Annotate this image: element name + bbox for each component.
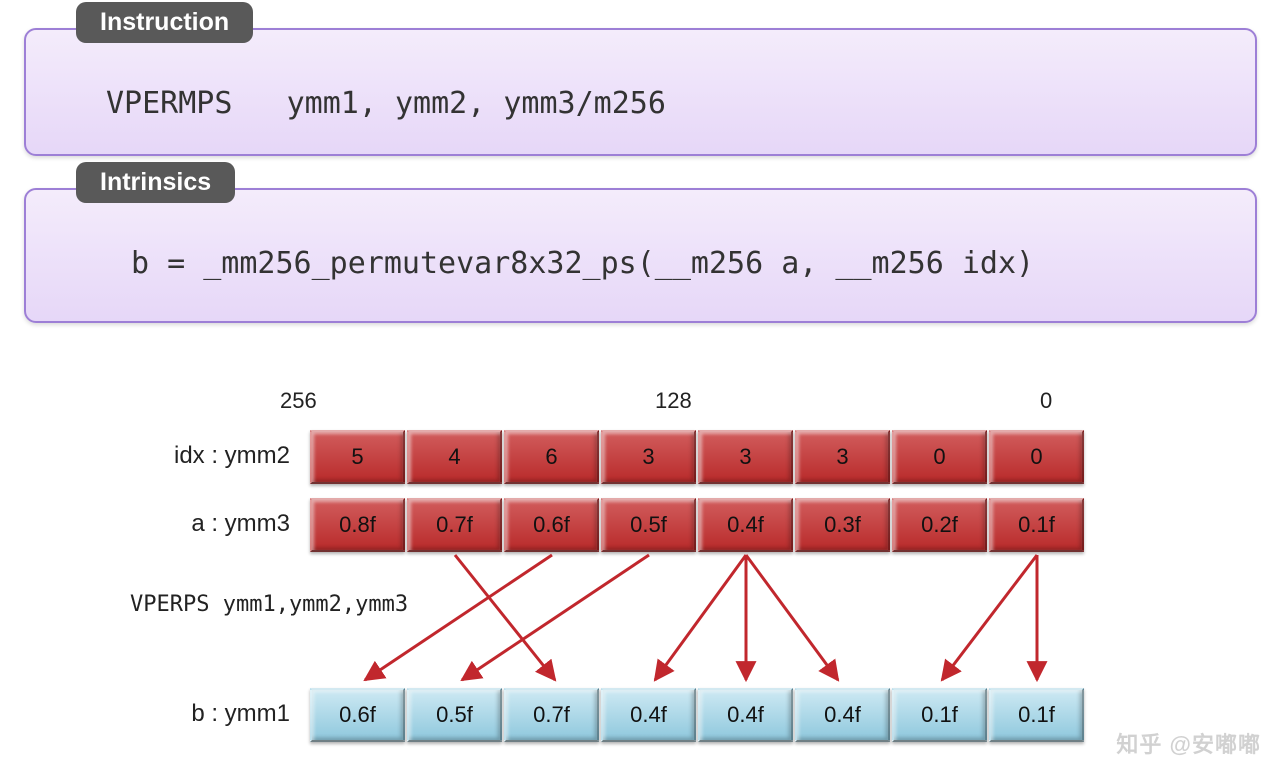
row-label-idx: idx : ymm2 (120, 442, 290, 470)
permute-diagram: 256 128 0 idx : ymm2 5 4 6 3 3 3 0 0 a :… (0, 380, 1281, 775)
idx-cell: 3 (698, 430, 793, 484)
idx-cell: 5 (310, 430, 405, 484)
instruction-box: Instruction VPERMPS ymm1, ymm2, ymm3/m25… (24, 28, 1257, 156)
a-cell: 0.7f (407, 498, 502, 552)
watermark-brand: 知乎 (1116, 732, 1162, 757)
a-cell: 0.4f (698, 498, 793, 552)
b-cell: 0.4f (601, 688, 696, 742)
a-cell: 0.1f (989, 498, 1084, 552)
idx-cell: 0 (892, 430, 987, 484)
row-label-b: b : ymm1 (120, 700, 290, 728)
bit-label-128: 128 (655, 388, 692, 414)
bit-label-256: 256 (280, 388, 317, 414)
row-label-a: a : ymm3 (120, 510, 290, 538)
a-cell: 0.8f (310, 498, 405, 552)
row-cells-a: 0.8f 0.7f 0.6f 0.5f 0.4f 0.3f 0.2f 0.1f (310, 498, 1084, 552)
instruction-tab: Instruction (76, 2, 253, 43)
idx-cell: 6 (504, 430, 599, 484)
instruction-code: VPERMPS ymm1, ymm2, ymm3/m256 (106, 86, 666, 121)
b-cell: 0.7f (504, 688, 599, 742)
a-cell: 0.3f (795, 498, 890, 552)
b-cell: 0.5f (407, 688, 502, 742)
idx-cell: 0 (989, 430, 1084, 484)
row-cells-idx: 5 4 6 3 3 3 0 0 (310, 430, 1084, 484)
a-cell: 0.6f (504, 498, 599, 552)
idx-cell: 3 (795, 430, 890, 484)
a-cell: 0.5f (601, 498, 696, 552)
idx-cell: 3 (601, 430, 696, 484)
b-cell: 0.1f (892, 688, 987, 742)
b-cell: 0.6f (310, 688, 405, 742)
watermark-author: @安嘟嘟 (1170, 732, 1261, 757)
intrinsics-tab: Intrinsics (76, 162, 235, 203)
intrinsics-code: b = _mm256_permutevar8x32_ps(__m256 a, _… (131, 246, 1034, 281)
b-cell: 0.1f (989, 688, 1084, 742)
a-cell: 0.2f (892, 498, 987, 552)
bit-label-0: 0 (1040, 388, 1052, 414)
watermark: 知乎 @安嘟嘟 (1116, 727, 1261, 759)
b-cell: 0.4f (698, 688, 793, 742)
row-cells-b: 0.6f 0.5f 0.7f 0.4f 0.4f 0.4f 0.1f 0.1f (310, 688, 1084, 742)
operation-label: VPERPS ymm1,ymm2,ymm3 (130, 592, 408, 617)
intrinsics-box: Intrinsics b = _mm256_permutevar8x32_ps(… (24, 188, 1257, 323)
b-cell: 0.4f (795, 688, 890, 742)
idx-cell: 4 (407, 430, 502, 484)
